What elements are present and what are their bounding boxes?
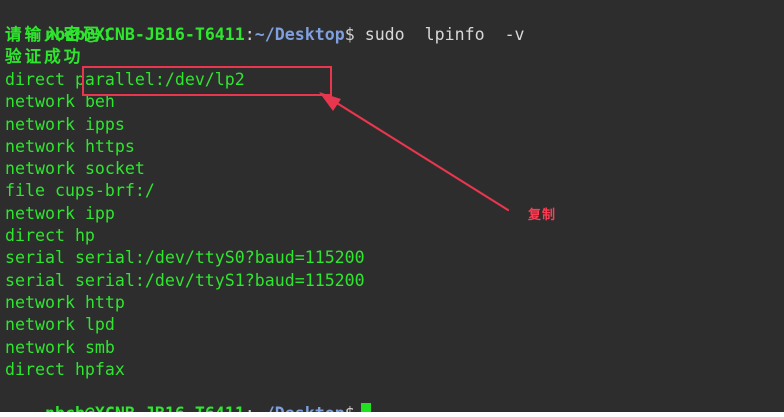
terminal-window[interactable]: nbcb@XCNB-JB16-T6411:~/Desktop$ sudo lpi… — [0, 0, 784, 412]
annotation-arrow — [319, 92, 510, 212]
annotation-label: 复制 — [528, 208, 557, 223]
